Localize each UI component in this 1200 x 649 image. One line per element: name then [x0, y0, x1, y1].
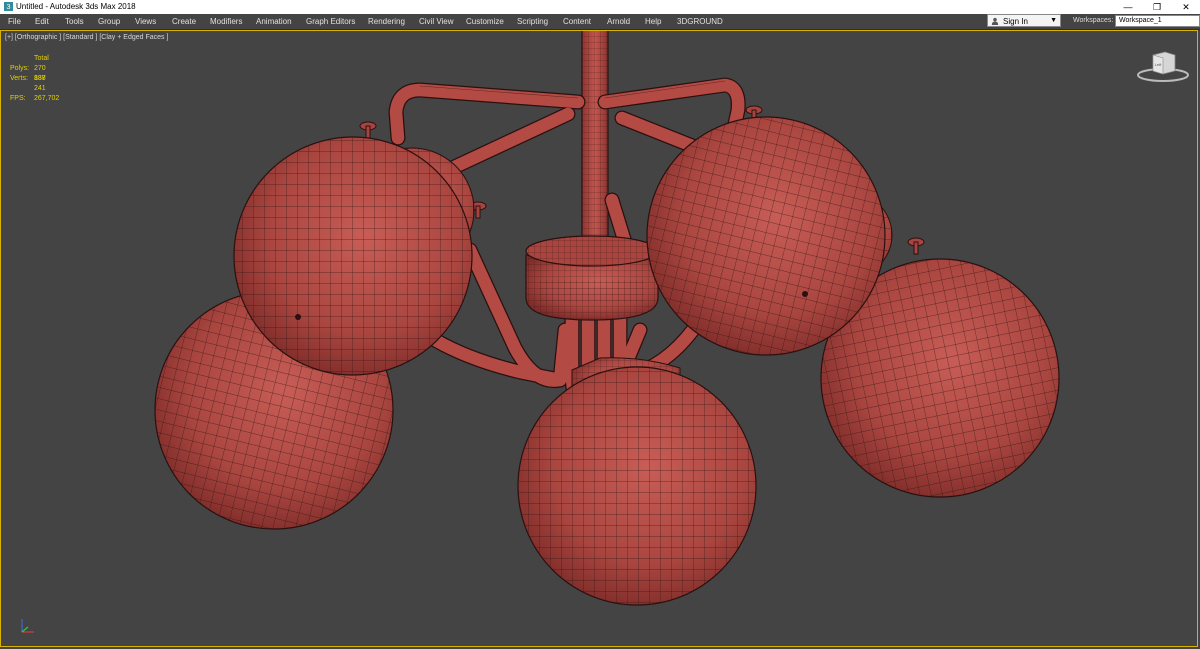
menu-animation[interactable]: Animation — [256, 17, 292, 26]
menu-edit[interactable]: Edit — [35, 17, 49, 26]
globe-upper-left — [233, 136, 473, 376]
menu-rendering[interactable]: Rendering — [368, 17, 405, 26]
minimize-button[interactable]: — — [1114, 0, 1142, 14]
chevron-down-icon: ▼ — [1050, 17, 1057, 24]
menu-file[interactable]: File — [8, 17, 21, 26]
globe-upper-right — [646, 116, 886, 356]
menu-modifiers[interactable]: Modifiers — [210, 17, 242, 26]
menu-civil-view[interactable]: Civil View — [419, 17, 454, 26]
sign-in-label: Sign In — [1003, 17, 1028, 26]
stats-fps-label: FPS: — [10, 95, 26, 102]
menu-customize[interactable]: Customize — [466, 17, 504, 26]
stats-polys-label: Polys: — [10, 65, 30, 72]
restore-button[interactable]: ❐ — [1143, 0, 1171, 14]
stats-verts-value: 137 241 — [34, 75, 46, 92]
axis-tripod-icon — [21, 619, 34, 633]
svg-text:3: 3 — [7, 2, 11, 11]
workspace-select[interactable]: Workspace_1 — [1115, 15, 1200, 27]
3dsmax-app-icon: 3 — [4, 2, 13, 11]
globe-bottom — [517, 366, 757, 606]
viewcube-icon[interactable]: Left — [1135, 49, 1191, 85]
stats-fps-value: 267,702 — [34, 95, 60, 102]
viewport-scene[interactable] — [0, 30, 1198, 647]
stats-total-label: Total — [34, 55, 49, 62]
viewcube-face-label: Left — [1155, 62, 1163, 67]
center-rod — [581, 30, 609, 243]
menu-views[interactable]: Views — [135, 17, 156, 26]
menu-content[interactable]: Content — [563, 17, 591, 26]
menu-group[interactable]: Group — [98, 17, 120, 26]
menu-scripting[interactable]: Scripting — [517, 17, 548, 26]
stats-verts-label: Verts: — [10, 75, 28, 82]
window-title: Untitled - Autodesk 3ds Max 2018 — [16, 2, 136, 11]
close-button[interactable]: ✕ — [1172, 0, 1200, 14]
menu-arnold[interactable]: Arnold — [607, 17, 630, 26]
window-title-bar: 3 Untitled - Autodesk 3ds Max 2018 — ❐ ✕ — [0, 0, 1200, 14]
menu-tools[interactable]: Tools — [65, 17, 84, 26]
user-icon — [991, 17, 999, 25]
menu-create[interactable]: Create — [172, 17, 196, 26]
viewport-label-menu[interactable]: [+] [Orthographic ] [Standard ] [Clay + … — [5, 34, 168, 41]
workspaces-label: Workspaces: — [1073, 17, 1114, 24]
menu-3dground[interactable]: 3DGROUND — [677, 17, 723, 26]
menu-help[interactable]: Help — [645, 17, 661, 26]
sign-in-dropdown[interactable]: Sign In ▼ — [987, 14, 1061, 27]
menu-graph-editors[interactable]: Graph Editors — [306, 17, 355, 26]
workspace-value: Workspace_1 — [1119, 17, 1162, 24]
